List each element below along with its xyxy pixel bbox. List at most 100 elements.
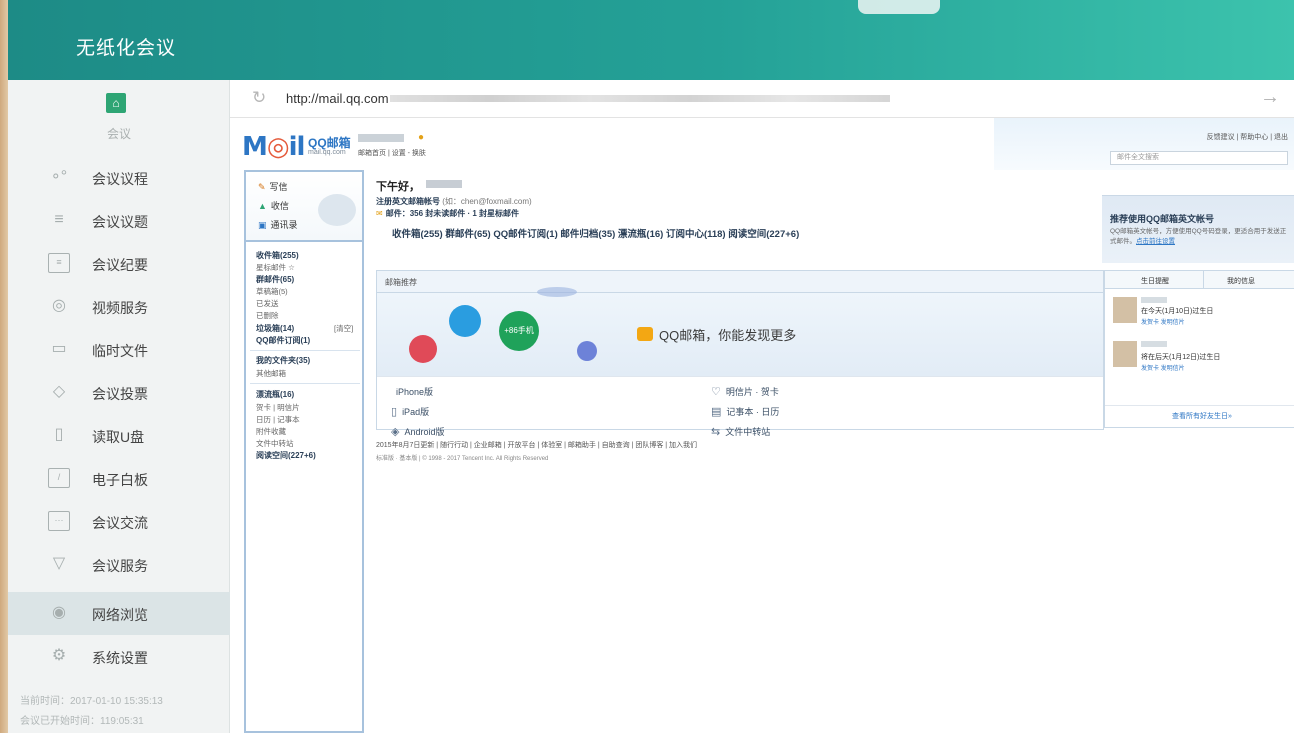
mail-stats: ✉ 邮件：356 封未读邮件 · 1 封星标邮件 (376, 209, 520, 218)
friend-name-redacted (1141, 297, 1167, 303)
folder-item[interactable]: 草稿箱(5) (256, 286, 288, 297)
folder-item[interactable]: 附件收藏 (256, 426, 286, 437)
folder-item[interactable]: 文件中转站 (256, 438, 294, 449)
account-links[interactable]: 邮箱首页 | 设置 - 换肤 (358, 148, 426, 158)
top-links[interactable]: 反馈建议 | 帮助中心 | 退出 (1207, 132, 1288, 142)
folder-item[interactable]: 日历 | 记事本 (256, 414, 300, 425)
desk-frame (0, 0, 8, 733)
chat-icon: ··· (48, 511, 70, 531)
app-header: 无纸化会议 (8, 0, 1294, 80)
sidebar-item-label: 会议议题 (92, 214, 148, 230)
address-bar: ↻ http://mail.qq.com → (230, 80, 1294, 118)
ipad-link[interactable]: ▯ iPad版 (391, 405, 429, 418)
mail-icon (637, 327, 653, 341)
sidebar-item-video[interactable]: ◎ 视频服务 (8, 285, 230, 328)
sidebar-item-topics[interactable]: ≡ 会议议题 (8, 199, 230, 242)
sidebar-item-agenda[interactable]: ∘° 会议议程 (8, 156, 230, 199)
sidebar-item-vote[interactable]: ◇ 会议投票 (8, 371, 230, 414)
account-name-redacted (358, 134, 404, 142)
footer-links[interactable]: 2015年8月7日更新 | 随行行动 | 企业邮箱 | 开放平台 | 体验室 |… (376, 440, 697, 450)
contacts-icon: ▣ (258, 220, 267, 230)
tab-birthday[interactable]: 生日提醒 (1141, 276, 1169, 286)
decor-bubble (409, 335, 437, 363)
phone-bubble: +86手机 (499, 311, 539, 351)
android-link[interactable]: ◈ Android版 (391, 425, 445, 438)
folder-item[interactable]: QQ邮件订阅(1) (256, 335, 310, 346)
birthday-text: 在今天(1月10日)过生日 (1141, 308, 1214, 315)
ad-title: 推荐使用QQ邮箱英文帐号 (1110, 214, 1215, 224)
folder-item[interactable]: 贺卡 | 明信片 (256, 402, 300, 413)
go-arrow-icon[interactable]: → (1260, 86, 1280, 109)
folder-item[interactable]: 星标邮件 ☆ (256, 262, 295, 273)
slogan: QQ邮箱，你能发现更多 (659, 328, 797, 343)
greeting: 下午好， (376, 181, 420, 193)
current-time: 当前时间：2017-01-10 15:35:13 (20, 696, 163, 707)
english-account-ad[interactable]: 推荐使用QQ邮箱英文帐号 QQ邮箱英文帐号，方便使用QQ号码登录，更适合用于发送… (1102, 195, 1294, 263)
friend-name-redacted (1141, 341, 1167, 347)
sidebar-item-minutes[interactable]: ≡ 会议纪要 (8, 242, 230, 285)
service-icon: ▽ (52, 555, 66, 572)
ad-link[interactable]: 点击前往设置 (1136, 238, 1175, 245)
sidebar-item-chat[interactable]: ··· 会议交流 (8, 500, 230, 543)
url-input[interactable]: http://mail.qq.com (286, 91, 389, 106)
folder-item[interactable]: 我的文件夹(35) (256, 355, 310, 366)
folder-item[interactable]: 已发送 (256, 298, 279, 309)
qqmail-logo[interactable]: M◎il (242, 132, 305, 162)
notebook-link[interactable]: ▤ 记事本 · 日历 (711, 405, 779, 418)
folder-links-row[interactable]: 收件箱(255) 群邮件(65) QQ邮件订阅(1) 邮件归档(35) 漂流瓶(… (392, 226, 799, 240)
folder-item[interactable]: 已删除 (256, 310, 279, 321)
sidebar-item-usb[interactable]: ▯ 读取U盘 (8, 414, 230, 457)
folder-item[interactable]: 收件箱(255) (256, 250, 299, 261)
sidebar-item-label: 视频服务 (92, 300, 148, 316)
tablet-icon: ▯ (391, 406, 398, 418)
sidebar: ⌂ 会议 ∘° 会议议程 ≡ 会议议题 ≡ 会议纪要 ◎ 视频服务 ▭ 临时文件… (8, 80, 230, 733)
divider (250, 383, 360, 384)
sidebar-home[interactable]: ⌂ 会议 (8, 80, 230, 150)
iphone-link[interactable]: iPhone版 (391, 385, 433, 398)
receive-button[interactable]: ▲ 收信 (258, 199, 289, 212)
decor-bubble (537, 287, 577, 297)
sidebar-item-label: 网络浏览 (92, 607, 148, 623)
sidebar-item-label: 会议投票 (92, 386, 148, 402)
write-button[interactable]: ✎ 写信 (258, 180, 288, 193)
decorative-ghost (318, 194, 356, 226)
folder-icon: ▭ (51, 340, 67, 357)
mail-search-input[interactable]: 邮件全文搜索 (1110, 151, 1288, 165)
file-transfer-link[interactable]: ⇆ 文件中转站 (711, 425, 770, 438)
sidebar-item-settings[interactable]: ⚙ 系统设置 (8, 635, 230, 678)
envelope-icon: ✉ (376, 209, 383, 218)
register-tip[interactable]: 注册英文邮箱帐号 (如：chen@foxmail.com) (376, 196, 532, 207)
birthday-widget: 生日提醒 我的信息 在今天(1月10日)过生日 发贺卡 发明信片 将在后天(1月… (1104, 270, 1294, 428)
sidebar-item-temp-files[interactable]: ▭ 临时文件 (8, 328, 230, 371)
sidebar-item-whiteboard[interactable]: / 电子白板 (8, 457, 230, 500)
ad-text: QQ邮箱英文帐号，方便使用QQ号码登录，更适合用于发送正式邮件。点击前往设置 (1110, 228, 1287, 245)
folder-item[interactable]: 垃圾箱(14) (256, 323, 294, 334)
home-icon: ⌂ (106, 93, 126, 113)
contacts-button[interactable]: ▣ 通讯录 (258, 218, 298, 231)
birthday-actions[interactable]: 发贺卡 发明信片 (1141, 363, 1185, 372)
reload-icon[interactable]: ↻ (252, 88, 266, 108)
app-window: 无纸化会议 ⌂ 会议 ∘° 会议议程 ≡ 会议议题 ≡ 会议纪要 ◎ 视频服务 … (8, 0, 1294, 733)
folder-item[interactable]: 其他邮箱 (256, 368, 286, 379)
avatar[interactable] (1113, 341, 1137, 367)
folder-item[interactable]: 阅读空间(227+6) (256, 450, 316, 461)
gear-icon: ⚙ (51, 647, 67, 664)
tab-messages[interactable]: 我的信息 (1227, 276, 1255, 286)
folder-item[interactable]: 漂流瓶(16) (256, 389, 294, 400)
sidebar-item-label: 会议服务 (92, 558, 148, 574)
recommend-panel: 邮箱推荐 +86手机 QQ邮箱，你能发现更多 iPhone版 ♡ 明信片 · 贺卡… (376, 270, 1104, 438)
decor-bubble (577, 341, 597, 361)
sidebar-item-label: 电子白板 (92, 472, 148, 488)
sidebar-item-browser[interactable]: ◉ 网络浏览 (8, 592, 230, 635)
vote-icon: ◇ (52, 383, 66, 400)
username-redacted (426, 180, 462, 188)
view-all-birthdays-link[interactable]: 查看所有好友生日» (1105, 405, 1294, 427)
birthday-actions[interactable]: 发贺卡 发明信片 (1141, 317, 1185, 326)
empty-trash-link[interactable]: [清空] (334, 323, 353, 334)
avatar[interactable] (1113, 297, 1137, 323)
sidebar-home-label: 会议 (106, 127, 131, 141)
folder-item[interactable]: 群邮件(65) (256, 274, 294, 285)
postcard-link[interactable]: ♡ 明信片 · 贺卡 (711, 385, 779, 398)
recommend-banner[interactable]: +86手机 QQ邮箱，你能发现更多 (377, 287, 1103, 377)
sidebar-item-service[interactable]: ▽ 会议服务 (8, 543, 230, 586)
